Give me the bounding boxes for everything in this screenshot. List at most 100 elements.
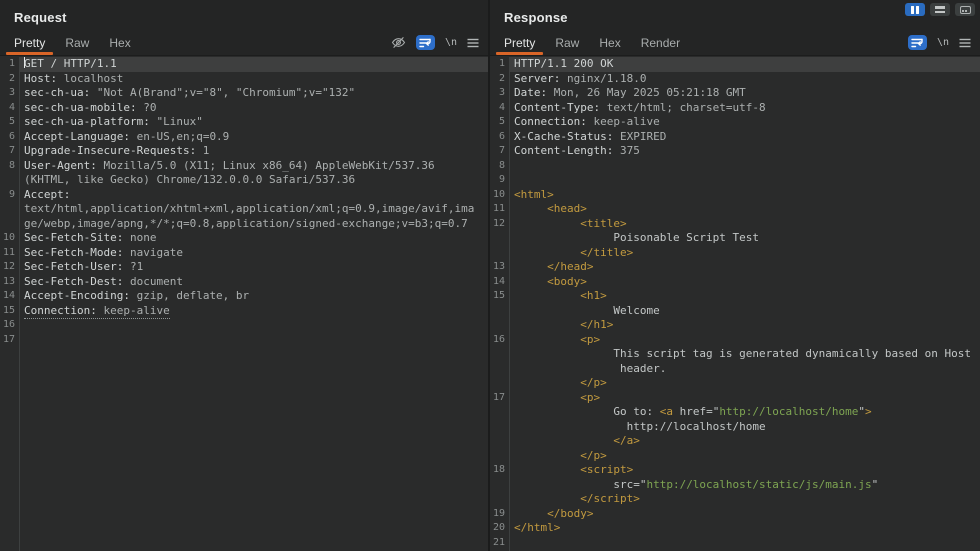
code-line[interactable]: 8: [490, 159, 980, 174]
code-line[interactable]: 7Content-Length: 375: [490, 144, 980, 159]
code-line[interactable]: 4Content-Type: text/html; charset=utf-8: [490, 101, 980, 116]
request-panel: Request PrettyRawHex: [0, 0, 488, 551]
code-text: HTTP/1.1 200 OK: [509, 57, 980, 72]
response-tab-raw[interactable]: Raw: [545, 30, 589, 55]
request-tab-hex[interactable]: Hex: [99, 30, 140, 55]
code-text: Connection: keep-alive: [509, 115, 980, 130]
code-line[interactable]: 9: [490, 173, 980, 188]
code-text: <h1>: [509, 289, 980, 304]
code-line[interactable]: 1HTTP/1.1 200 OK: [490, 57, 980, 72]
request-editor[interactable]: 1GET / HTTP/1.12Host: localhost3sec-ch-u…: [0, 57, 488, 551]
code-line[interactable]: This script tag is generated dynamically…: [490, 347, 980, 362]
line-number: 9: [0, 188, 19, 203]
code-text: [509, 536, 980, 551]
response-editor[interactable]: 1HTTP/1.1 200 OK2Server: nginx/1.18.03Da…: [490, 57, 980, 551]
code-line[interactable]: </p>: [490, 376, 980, 391]
code-line[interactable]: 3sec-ch-ua: "Not A(Brand";v="8", "Chromi…: [0, 86, 488, 101]
code-text: Accept:: [19, 188, 488, 203]
response-tab-pretty[interactable]: Pretty: [494, 30, 545, 55]
code-line[interactable]: 3Date: Mon, 26 May 2025 05:21:18 GMT: [490, 86, 980, 101]
line-number: 20: [490, 521, 509, 536]
code-line[interactable]: </script>: [490, 492, 980, 507]
code-line[interactable]: Poisonable Script Test: [490, 231, 980, 246]
code-line[interactable]: 10<html>: [490, 188, 980, 203]
code-line[interactable]: ge/webp,image/apng,*/*;q=0.8,application…: [0, 217, 488, 232]
code-text: sec-ch-ua-mobile: ?0: [19, 101, 488, 116]
code-text: Content-Length: 375: [509, 144, 980, 159]
response-tab-render[interactable]: Render: [631, 30, 690, 55]
code-line[interactable]: 12 <title>: [490, 217, 980, 232]
line-number: 1: [0, 57, 19, 72]
code-line[interactable]: Welcome: [490, 304, 980, 319]
request-tabrow: PrettyRawHex \n: [4, 30, 488, 55]
word-wrap-button[interactable]: [416, 35, 435, 50]
code-line[interactable]: 5sec-ch-ua-platform: "Linux": [0, 115, 488, 130]
code-line[interactable]: </h1>: [490, 318, 980, 333]
newline-toggle-button[interactable]: \n: [937, 37, 949, 48]
code-line[interactable]: text/html,application/xhtml+xml,applicat…: [0, 202, 488, 217]
code-line[interactable]: (KHTML, like Gecko) Chrome/132.0.0.0 Saf…: [0, 173, 488, 188]
code-text: Go to: <a href="http://localhost/home">: [509, 405, 980, 420]
code-line[interactable]: </p>: [490, 449, 980, 464]
code-line[interactable]: 2Host: localhost: [0, 72, 488, 87]
combined-view-button[interactable]: [955, 3, 975, 16]
line-number: 11: [0, 246, 19, 261]
code-line[interactable]: 18 <script>: [490, 463, 980, 478]
request-title: Request: [14, 10, 67, 25]
code-line[interactable]: 10Sec-Fetch-Site: none: [0, 231, 488, 246]
code-line[interactable]: 7Upgrade-Insecure-Requests: 1: [0, 144, 488, 159]
code-line[interactable]: 17: [0, 333, 488, 348]
request-tab-raw[interactable]: Raw: [55, 30, 99, 55]
code-line[interactable]: 12Sec-Fetch-User: ?1: [0, 260, 488, 275]
code-line[interactable]: 16 <p>: [490, 333, 980, 348]
code-line[interactable]: 14Accept-Encoding: gzip, deflate, br: [0, 289, 488, 304]
editor-menu-button[interactable]: [959, 38, 971, 48]
code-line[interactable]: 16: [0, 318, 488, 333]
hidden-fields-icon[interactable]: [391, 36, 406, 49]
response-tab-hex[interactable]: Hex: [589, 30, 630, 55]
code-line[interactable]: 4sec-ch-ua-mobile: ?0: [0, 101, 488, 116]
code-line[interactable]: Go to: <a href="http://localhost/home">: [490, 405, 980, 420]
split-rows-button[interactable]: [930, 3, 950, 16]
line-number: 13: [490, 260, 509, 275]
code-line[interactable]: </a>: [490, 434, 980, 449]
code-line[interactable]: 5Connection: keep-alive: [490, 115, 980, 130]
code-text: User-Agent: Mozilla/5.0 (X11; Linux x86_…: [19, 159, 488, 174]
split-columns-button[interactable]: [905, 3, 925, 16]
line-number: 17: [0, 333, 19, 348]
code-line[interactable]: 1GET / HTTP/1.1: [0, 57, 488, 72]
code-line[interactable]: 14 <body>: [490, 275, 980, 290]
code-line[interactable]: 13 </head>: [490, 260, 980, 275]
code-line[interactable]: 6Accept-Language: en-US,en;q=0.9: [0, 130, 488, 145]
line-number: 5: [490, 115, 509, 130]
response-panel: Response PrettyRawHexRender \n: [490, 0, 980, 551]
code-line[interactable]: 15 <h1>: [490, 289, 980, 304]
word-wrap-button[interactable]: [908, 35, 927, 50]
line-number: [490, 246, 509, 261]
code-text: <head>: [509, 202, 980, 217]
code-line[interactable]: 15Connection: keep-alive: [0, 304, 488, 319]
code-line[interactable]: </title>: [490, 246, 980, 261]
newline-toggle-button[interactable]: \n: [445, 37, 457, 48]
code-line[interactable]: header.: [490, 362, 980, 377]
request-tab-pretty[interactable]: Pretty: [4, 30, 55, 55]
code-line[interactable]: 21: [490, 536, 980, 551]
code-text: Accept-Encoding: gzip, deflate, br: [19, 289, 488, 304]
code-line[interactable]: src="http://localhost/static/js/main.js": [490, 478, 980, 493]
code-text: Sec-Fetch-Mode: navigate: [19, 246, 488, 261]
editor-menu-button[interactable]: [467, 38, 479, 48]
line-number: [490, 231, 509, 246]
code-text: src="http://localhost/static/js/main.js": [509, 478, 980, 493]
code-line[interactable]: 17 <p>: [490, 391, 980, 406]
code-line[interactable]: 20</html>: [490, 521, 980, 536]
code-line[interactable]: 13Sec-Fetch-Dest: document: [0, 275, 488, 290]
code-line[interactable]: 11 <head>: [490, 202, 980, 217]
code-line[interactable]: 2Server: nginx/1.18.0: [490, 72, 980, 87]
code-line[interactable]: 11Sec-Fetch-Mode: navigate: [0, 246, 488, 261]
code-line[interactable]: 8User-Agent: Mozilla/5.0 (X11; Linux x86…: [0, 159, 488, 174]
code-line[interactable]: 19 </body>: [490, 507, 980, 522]
code-line[interactable]: 9Accept:: [0, 188, 488, 203]
code-text: </p>: [509, 376, 980, 391]
code-line[interactable]: 6X-Cache-Status: EXPIRED: [490, 130, 980, 145]
code-line[interactable]: http://localhost/home: [490, 420, 980, 435]
